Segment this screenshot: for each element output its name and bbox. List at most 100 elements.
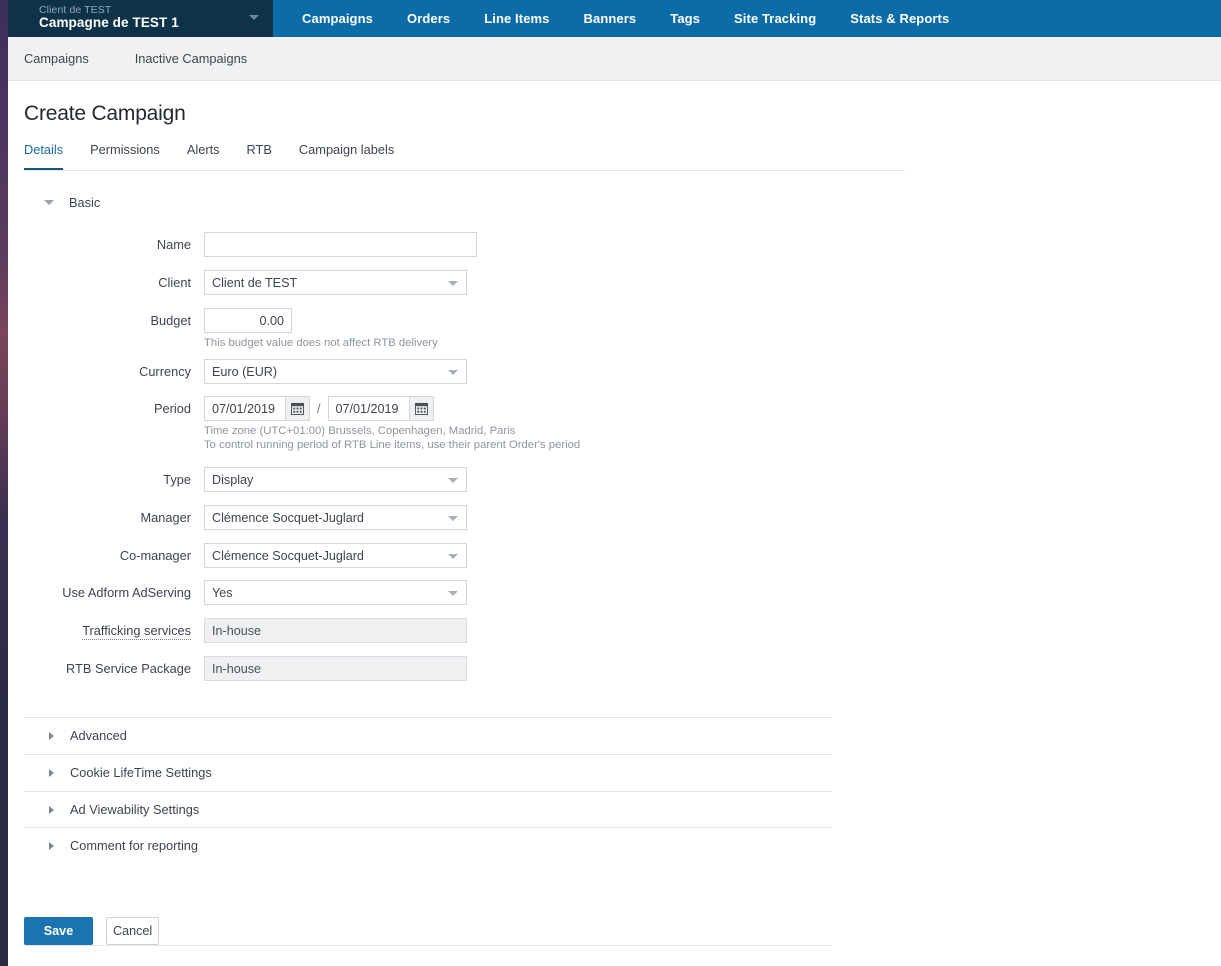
- cancel-button[interactable]: Cancel: [106, 917, 159, 945]
- period-end-input[interactable]: [327, 396, 409, 421]
- context-campaign-label: Campagne de TEST 1: [39, 15, 179, 30]
- nav-item-stats-reports[interactable]: Stats & Reports: [833, 0, 966, 37]
- comanager-select[interactable]: Clémence Socquet-Juglard: [204, 543, 467, 568]
- period-hint-timezone: Time zone (UTC+01:00) Brussels, Copenhag…: [204, 425, 516, 437]
- left-edge-strip: [0, 0, 8, 966]
- period-date-range: /: [204, 396, 580, 421]
- context-switcher[interactable]: Client de TEST Campagne de TEST 1: [8, 0, 273, 37]
- label-comanager: Co-manager: [119, 548, 191, 563]
- form-row-comanager: Co-manager Clémence Socquet-Juglard: [8, 543, 467, 568]
- form-row-type: Type Display: [8, 467, 467, 492]
- rtb-service-package-text: In-house: [212, 661, 262, 676]
- form-row-trafficking: Trafficking services In-house: [8, 618, 467, 643]
- trafficking-services-value: In-house: [204, 618, 467, 643]
- tab-campaign-labels[interactable]: Campaign labels: [299, 142, 394, 168]
- form-row-manager: Manager Clémence Socquet-Juglard: [8, 505, 467, 530]
- section-header-basic[interactable]: Basic: [44, 195, 100, 210]
- save-button[interactable]: Save: [24, 917, 93, 945]
- period-start-input[interactable]: [204, 396, 285, 421]
- chevron-down-icon: [448, 281, 458, 286]
- chevron-down-icon: [448, 370, 458, 375]
- label-client: Client: [158, 275, 191, 290]
- triangle-right-icon: [49, 841, 54, 850]
- calendar-icon-start[interactable]: [285, 396, 310, 421]
- form-row-adserving: Use Adform AdServing Yes: [8, 580, 467, 605]
- subnav-item-campaigns[interactable]: Campaigns: [24, 51, 89, 66]
- nav-item-orders[interactable]: Orders: [390, 0, 467, 37]
- type-select-value: Display: [212, 472, 254, 487]
- calendar-icon-end[interactable]: [408, 396, 434, 421]
- name-input[interactable]: [204, 232, 477, 257]
- label-adserving: Use Adform AdServing: [62, 585, 191, 600]
- form-row-period: Period /: [8, 396, 580, 451]
- manager-select-value: Clémence Socquet-Juglard: [212, 510, 364, 525]
- top-navigation-bar: Client de TEST Campagne de TEST 1 Campai…: [0, 0, 1221, 37]
- triangle-right-icon: [49, 805, 54, 814]
- subnav-item-inactive-campaigns[interactable]: Inactive Campaigns: [135, 51, 247, 66]
- manager-select[interactable]: Clémence Socquet-Juglard: [204, 505, 467, 530]
- label-currency: Currency: [139, 364, 191, 379]
- nav-item-banners[interactable]: Banners: [567, 0, 654, 37]
- chevron-down-icon: [448, 516, 458, 521]
- label-type: Type: [163, 472, 191, 487]
- triangle-down-icon: [44, 200, 54, 205]
- nav-item-line-items[interactable]: Line Items: [467, 0, 566, 37]
- form-row-name: Name: [8, 232, 477, 257]
- chevron-down-icon[interactable]: [249, 15, 259, 20]
- chevron-down-icon: [448, 478, 458, 483]
- label-manager: Manager: [140, 510, 191, 525]
- period-hint-rtb: To control running period of RTB Line it…: [204, 439, 581, 451]
- section-label-cookie-lifetime: Cookie LifeTime Settings: [70, 765, 212, 780]
- section-ad-viewability[interactable]: Ad Viewability Settings: [24, 791, 832, 827]
- form-row-client: Client Client de TEST: [8, 270, 467, 295]
- label-period: Period: [154, 401, 191, 416]
- rtb-service-package-value: In-house: [204, 656, 467, 681]
- form-action-bar: Save Cancel: [24, 917, 159, 945]
- period-separator: /: [317, 401, 321, 416]
- section-advanced[interactable]: Advanced: [24, 717, 832, 753]
- comanager-select-value: Clémence Socquet-Juglard: [212, 548, 364, 563]
- section-cookie-lifetime[interactable]: Cookie LifeTime Settings: [24, 754, 832, 790]
- label-budget: Budget: [150, 313, 191, 328]
- label-rtb-service-package: RTB Service Package: [66, 661, 191, 676]
- triangle-right-icon: [49, 768, 54, 777]
- nav-item-campaigns[interactable]: Campaigns: [285, 0, 390, 37]
- section-label-ad-viewability: Ad Viewability Settings: [70, 802, 200, 817]
- form-row-currency: Currency Euro (EUR): [8, 359, 467, 384]
- form-row-rtb-package: RTB Service Package In-house: [8, 656, 467, 681]
- nav-item-site-tracking[interactable]: Site Tracking: [717, 0, 833, 37]
- sub-navigation-bar: Campaigns Inactive Campaigns: [8, 37, 1221, 81]
- chevron-down-icon: [448, 554, 458, 559]
- label-name: Name: [156, 237, 191, 252]
- tab-bar: Details Permissions Alerts RTB Campaign …: [24, 142, 905, 172]
- page-content: Create Campaign Details Permissions Aler…: [8, 82, 1221, 966]
- chevron-down-icon: [448, 591, 458, 596]
- client-select[interactable]: Client de TEST: [204, 270, 467, 295]
- section-label-basic: Basic: [69, 195, 101, 210]
- client-select-value: Client de TEST: [212, 275, 298, 290]
- tab-divider: [24, 170, 905, 171]
- adserving-select-value: Yes: [212, 585, 233, 600]
- section-label-comment-for-reporting: Comment for reporting: [70, 838, 199, 853]
- section-bottom-divider: [24, 945, 832, 946]
- nav-item-tags[interactable]: Tags: [653, 0, 717, 37]
- tab-alerts[interactable]: Alerts: [187, 142, 220, 168]
- triangle-right-icon: [49, 731, 54, 740]
- main-nav: Campaigns Orders Line Items Banners Tags…: [285, 0, 966, 37]
- tab-details[interactable]: Details: [24, 142, 64, 170]
- label-trafficking-services-text: Trafficking services: [82, 623, 191, 640]
- section-comment-for-reporting[interactable]: Comment for reporting: [24, 827, 832, 863]
- section-label-advanced: Advanced: [70, 728, 127, 743]
- tab-permissions[interactable]: Permissions: [90, 142, 160, 168]
- form-row-budget: Budget This budget value does not affect…: [8, 308, 438, 349]
- currency-select[interactable]: Euro (EUR): [204, 359, 467, 384]
- trafficking-services-text: In-house: [212, 623, 262, 638]
- currency-select-value: Euro (EUR): [212, 364, 278, 379]
- page-title: Create Campaign: [24, 102, 186, 125]
- type-select[interactable]: Display: [204, 467, 467, 492]
- budget-hint: This budget value does not affect RTB de…: [204, 337, 438, 349]
- tab-rtb[interactable]: RTB: [247, 142, 272, 168]
- budget-input[interactable]: [204, 308, 292, 333]
- adserving-select[interactable]: Yes: [204, 580, 467, 605]
- label-trafficking-services: Trafficking services: [8, 618, 204, 640]
